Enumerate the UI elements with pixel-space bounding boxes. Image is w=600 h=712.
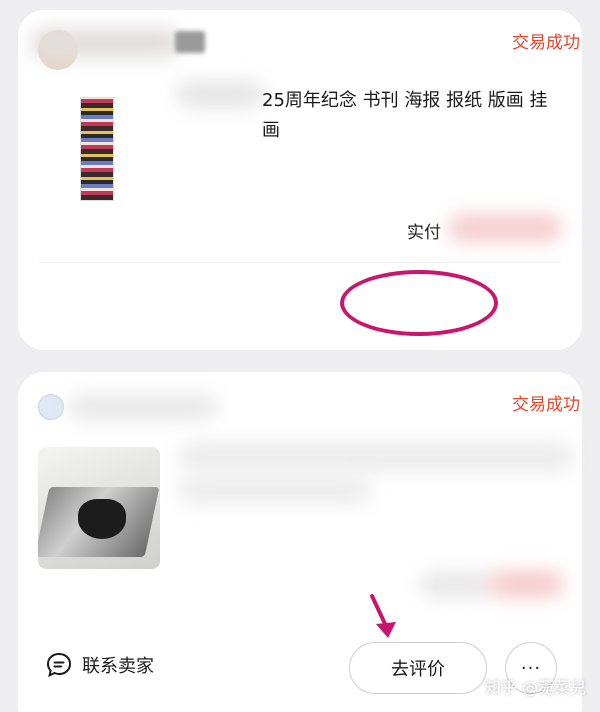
shop-name-redacted bbox=[68, 394, 218, 420]
product-title[interactable]: 25周年纪念 书刊 海报 报纸 版画 挂画 bbox=[262, 86, 552, 146]
chat-bubble-icon bbox=[46, 652, 72, 678]
shop-name-fragment bbox=[175, 31, 205, 53]
paid-amount-redacted bbox=[488, 570, 564, 598]
order-status: 交易成功 bbox=[512, 395, 580, 415]
paid-label: 实付 bbox=[407, 223, 441, 243]
product-image[interactable] bbox=[80, 97, 114, 201]
shop-name-redacted bbox=[30, 28, 180, 58]
paid-redacted bbox=[420, 572, 492, 598]
title-redacted bbox=[178, 442, 574, 472]
divider bbox=[38, 262, 562, 263]
order-status: 交易成功 bbox=[512, 33, 580, 53]
shop-avatar bbox=[38, 394, 64, 420]
contact-seller-label: 联系卖家 bbox=[82, 656, 154, 677]
review-button[interactable]: 去评价 bbox=[349, 642, 487, 694]
contact-seller-button[interactable]: 联系卖家 bbox=[46, 652, 154, 678]
annotation-circle bbox=[340, 270, 498, 336]
rug-pattern bbox=[78, 499, 126, 539]
watermark: 知乎 @菀菜兒 bbox=[484, 678, 586, 697]
paid-amount-redacted bbox=[448, 214, 562, 242]
title-redacted bbox=[176, 80, 264, 108]
title-redacted bbox=[178, 476, 370, 504]
annotation-arrow-icon bbox=[370, 594, 396, 638]
product-image[interactable] bbox=[38, 447, 160, 569]
